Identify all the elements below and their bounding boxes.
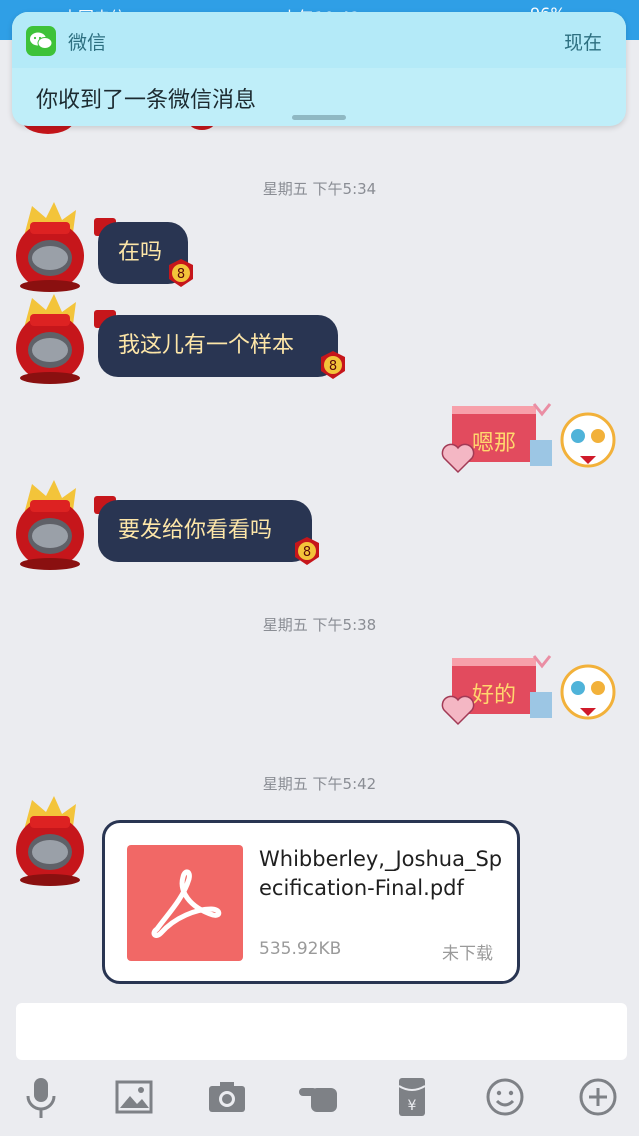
sender-avatar[interactable] <box>10 200 90 292</box>
level-badge-icon: 8 <box>321 351 345 379</box>
mic-icon[interactable] <box>18 1074 64 1120</box>
file-message-card[interactable]: Whibberley,_Joshua_Specification-Final.p… <box>102 820 520 984</box>
heart-tag-icon <box>441 695 475 726</box>
notification-banner[interactable]: 微信 现在 你收到了一条微信消息 <box>12 12 626 126</box>
heart-tag-icon <box>441 443 475 474</box>
pointing-hand-icon[interactable] <box>297 1074 343 1120</box>
sender-avatar[interactable] <box>10 478 90 570</box>
message-bubble[interactable]: 要发给你看看吗 <box>98 500 312 562</box>
notification-message: 你收到了一条微信消息 <box>36 88 257 113</box>
file-name: Whibberley,_Joshua_Specification-Final.p… <box>259 847 503 900</box>
pdf-file-icon <box>127 845 243 961</box>
notification-header: 微信 现在 <box>12 12 626 68</box>
notification-app-name: 微信 <box>68 32 107 54</box>
time-separator: 星期五 下午5:34 <box>262 180 377 198</box>
download-status: 未下载 <box>442 944 493 964</box>
message-input[interactable] <box>16 1003 627 1060</box>
message-bubble[interactable]: 我这儿有一个样本 <box>98 315 338 377</box>
image-icon[interactable] <box>111 1074 157 1120</box>
svg-text:8: 8 <box>329 359 337 374</box>
svg-text:8: 8 <box>177 267 185 282</box>
notification-time: 现在 <box>563 32 602 54</box>
svg-text:¥: ¥ <box>408 1098 417 1114</box>
file-size: 535.92KB <box>259 939 342 959</box>
chat-toolbar: ¥ <box>0 1066 639 1130</box>
sender-avatar[interactable] <box>10 794 90 886</box>
my-avatar[interactable] <box>556 658 620 722</box>
notification-grabber[interactable] <box>292 115 346 120</box>
time-separator: 星期五 下午5:42 <box>262 775 377 793</box>
gift-stack-icon <box>530 655 552 718</box>
wechat-app-icon <box>26 26 56 56</box>
my-avatar[interactable] <box>556 406 620 470</box>
gift-stack-icon <box>530 403 552 466</box>
svg-text:8: 8 <box>303 545 311 560</box>
time-separator: 星期五 下午5:38 <box>262 616 377 634</box>
sender-avatar[interactable] <box>10 292 90 384</box>
level-badge-icon: 8 <box>295 537 319 565</box>
plus-icon[interactable] <box>575 1074 621 1120</box>
red-packet-icon[interactable]: ¥ <box>389 1074 435 1120</box>
level-badge-icon: 8 <box>169 259 193 287</box>
camera-icon[interactable] <box>204 1074 250 1120</box>
emoji-icon[interactable] <box>482 1074 528 1120</box>
